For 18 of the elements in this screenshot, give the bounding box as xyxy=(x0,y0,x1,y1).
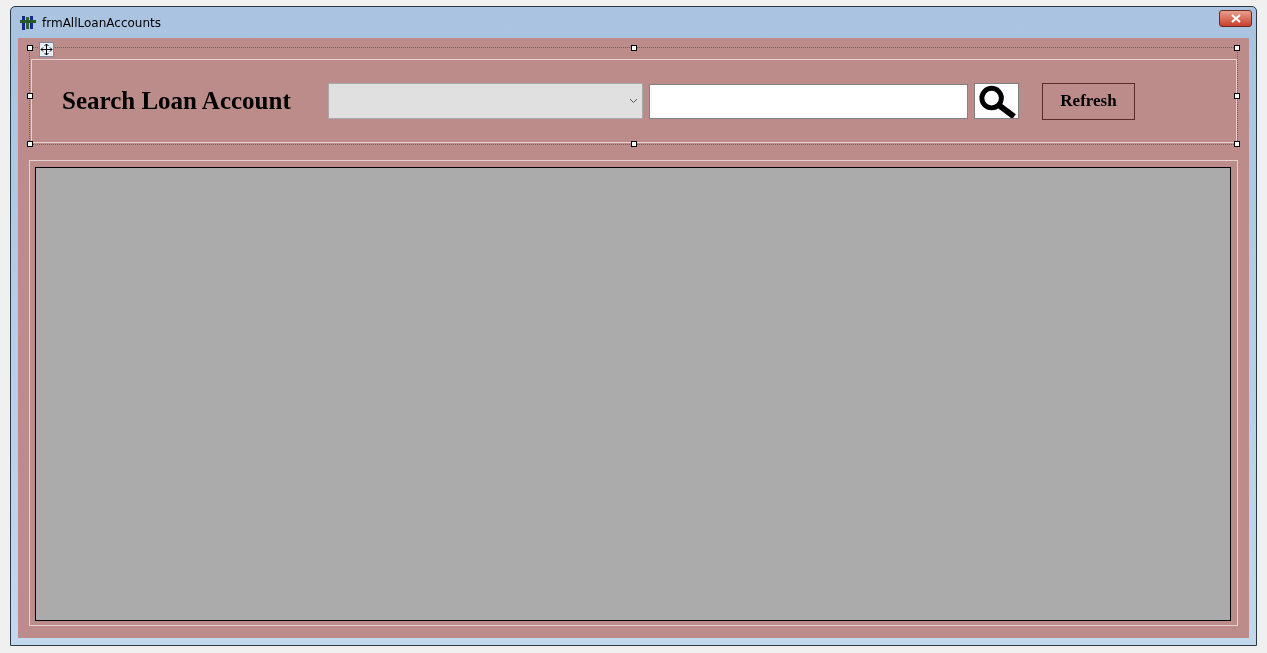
search-label: Search Loan Account xyxy=(62,87,292,115)
chevron-down-icon xyxy=(629,98,638,104)
search-field[interactable] xyxy=(649,83,968,119)
selection-handle[interactable] xyxy=(1234,45,1240,51)
close-icon xyxy=(1230,14,1241,23)
selection-handle[interactable] xyxy=(1234,141,1240,147)
selection-handle[interactable] xyxy=(27,93,33,99)
selection-handle[interactable] xyxy=(27,141,33,147)
selection-handle[interactable] xyxy=(27,45,33,51)
window-title: frmAllLoanAccounts xyxy=(42,15,161,30)
search-button[interactable] xyxy=(974,83,1019,119)
selection-handle[interactable] xyxy=(1234,93,1240,99)
move-icon[interactable] xyxy=(39,42,54,57)
close-button[interactable] xyxy=(1219,10,1252,27)
selection-handle[interactable] xyxy=(630,141,637,147)
selection-handle[interactable] xyxy=(630,45,637,51)
refresh-button[interactable]: Refresh xyxy=(1042,82,1135,120)
app-icon xyxy=(20,14,36,31)
